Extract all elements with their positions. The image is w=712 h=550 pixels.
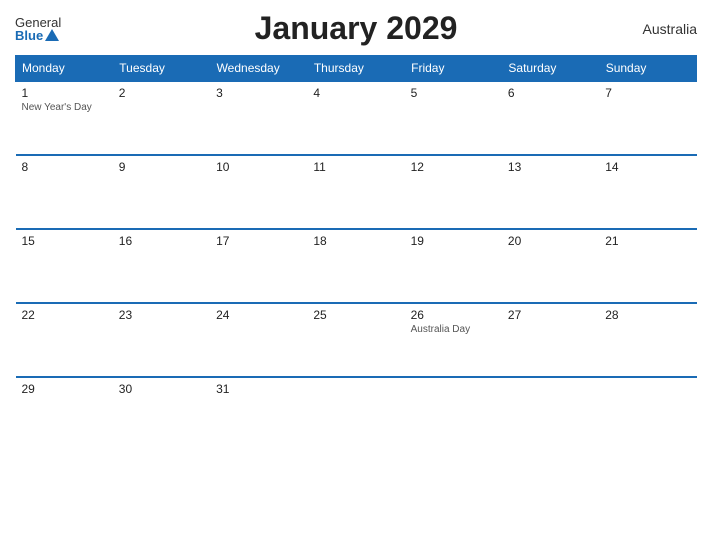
- calendar-grid: Monday Tuesday Wednesday Thursday Friday…: [15, 55, 697, 441]
- day-number: 26: [411, 308, 496, 322]
- day-number: 15: [22, 234, 107, 248]
- calendar-cell-w1-d2: 2: [113, 81, 210, 155]
- day-number: 3: [216, 86, 301, 100]
- calendar-cell-w3-d6: 20: [502, 229, 599, 303]
- day-number: 13: [508, 160, 593, 174]
- calendar-cell-w1-d6: 6: [502, 81, 599, 155]
- day-number: 31: [216, 382, 301, 396]
- day-number: 9: [119, 160, 204, 174]
- header-saturday: Saturday: [502, 56, 599, 82]
- holiday-name: Australia Day: [411, 324, 496, 335]
- holiday-name: New Year's Day: [22, 102, 107, 113]
- logo: General Blue: [15, 16, 61, 42]
- calendar-cell-w4-d7: 28: [599, 303, 696, 377]
- calendar-cell-w5-d2: 30: [113, 377, 210, 441]
- calendar-cell-w2-d4: 11: [307, 155, 404, 229]
- header-friday: Friday: [405, 56, 502, 82]
- calendar-cell-w5-d5: [405, 377, 502, 441]
- day-number: 4: [313, 86, 398, 100]
- calendar-cell-w4-d2: 23: [113, 303, 210, 377]
- day-number: 21: [605, 234, 690, 248]
- calendar-cell-w3-d2: 16: [113, 229, 210, 303]
- header-wednesday: Wednesday: [210, 56, 307, 82]
- calendar-cell-w4-d3: 24: [210, 303, 307, 377]
- day-number: 6: [508, 86, 593, 100]
- header-sunday: Sunday: [599, 56, 696, 82]
- calendar-cell-w1-d3: 3: [210, 81, 307, 155]
- logo-triangle-icon: [45, 29, 59, 41]
- day-number: 10: [216, 160, 301, 174]
- calendar-title: January 2029: [255, 10, 458, 47]
- calendar-cell-w5-d6: [502, 377, 599, 441]
- day-number: 8: [22, 160, 107, 174]
- day-number: 1: [22, 86, 107, 100]
- day-number: 7: [605, 86, 690, 100]
- calendar-cell-w2-d3: 10: [210, 155, 307, 229]
- calendar-cell-w1-d7: 7: [599, 81, 696, 155]
- calendar-cell-w1-d4: 4: [307, 81, 404, 155]
- week-row-4: 22 23 24 25 26 Australia Day 27 28: [16, 303, 697, 377]
- calendar-cell-w2-d7: 14: [599, 155, 696, 229]
- calendar-cell-w4-d6: 27: [502, 303, 599, 377]
- week-row-3: 15 16 17 18 19 20 21: [16, 229, 697, 303]
- calendar-cell-w3-d4: 18: [307, 229, 404, 303]
- weekday-header-row: Monday Tuesday Wednesday Thursday Friday…: [16, 56, 697, 82]
- day-number: 29: [22, 382, 107, 396]
- logo-blue-text: Blue: [15, 29, 59, 42]
- day-number: 22: [22, 308, 107, 322]
- header-monday: Monday: [16, 56, 113, 82]
- week-row-1: 1 New Year's Day 234567: [16, 81, 697, 155]
- calendar-cell-w4-d1: 22: [16, 303, 113, 377]
- header-tuesday: Tuesday: [113, 56, 210, 82]
- day-number: 28: [605, 308, 690, 322]
- day-number: 19: [411, 234, 496, 248]
- calendar-cell-w2-d1: 8: [16, 155, 113, 229]
- calendar-cell-w5-d4: [307, 377, 404, 441]
- day-number: 25: [313, 308, 398, 322]
- calendar-cell-w5-d7: [599, 377, 696, 441]
- day-number: 11: [313, 160, 398, 174]
- calendar-cell-w2-d5: 12: [405, 155, 502, 229]
- calendar-cell-w3-d7: 21: [599, 229, 696, 303]
- day-number: 24: [216, 308, 301, 322]
- week-row-5: 29 30 31: [16, 377, 697, 441]
- day-number: 2: [119, 86, 204, 100]
- calendar-cell-w1-d5: 5: [405, 81, 502, 155]
- day-number: 18: [313, 234, 398, 248]
- country-label: Australia: [643, 21, 697, 37]
- day-number: 12: [411, 160, 496, 174]
- calendar-cell-w2-d2: 9: [113, 155, 210, 229]
- day-number: 27: [508, 308, 593, 322]
- day-number: 16: [119, 234, 204, 248]
- calendar-header: General Blue January 2029 Australia: [15, 10, 697, 47]
- day-number: 17: [216, 234, 301, 248]
- week-row-2: 89 10 11 12 13 14: [16, 155, 697, 229]
- calendar-cell-w4-d4: 25: [307, 303, 404, 377]
- day-number: 14: [605, 160, 690, 174]
- header-thursday: Thursday: [307, 56, 404, 82]
- calendar-cell-w5-d3: 31: [210, 377, 307, 441]
- calendar-cell-w1-d1: 1 New Year's Day: [16, 81, 113, 155]
- calendar-cell-w3-d1: 15: [16, 229, 113, 303]
- calendar-cell-w3-d3: 17: [210, 229, 307, 303]
- day-number: 30: [119, 382, 204, 396]
- calendar-container: General Blue January 2029 Australia Mond…: [0, 0, 712, 550]
- calendar-cell-w3-d5: 19: [405, 229, 502, 303]
- calendar-cell-w4-d5: 26 Australia Day: [405, 303, 502, 377]
- day-number: 5: [411, 86, 496, 100]
- day-number: 23: [119, 308, 204, 322]
- calendar-cell-w5-d1: 29: [16, 377, 113, 441]
- calendar-cell-w2-d6: 13: [502, 155, 599, 229]
- day-number: 20: [508, 234, 593, 248]
